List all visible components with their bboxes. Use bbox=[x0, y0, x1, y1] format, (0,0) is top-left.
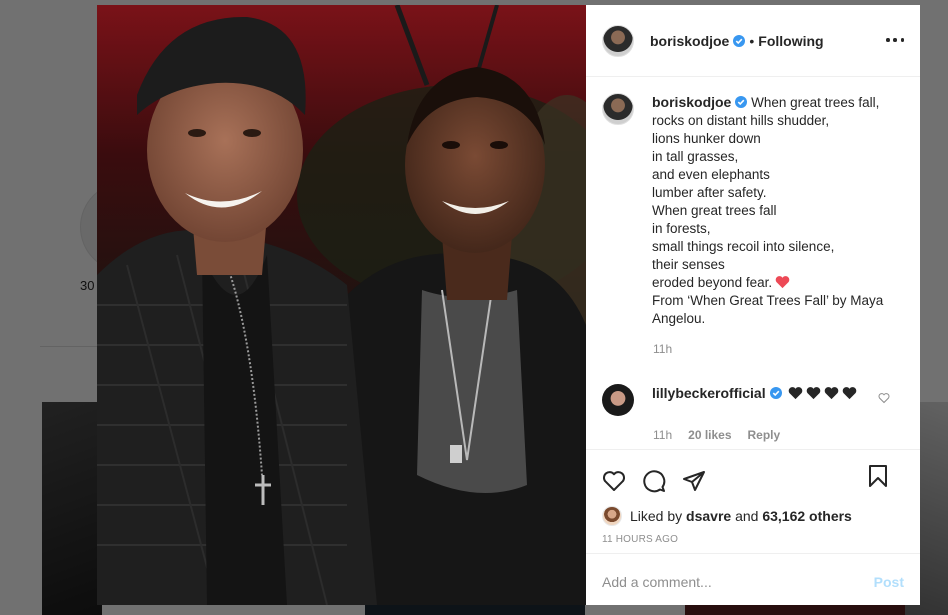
verified-icon bbox=[733, 34, 746, 47]
post-timestamp[interactable]: 11 HOURS AGO bbox=[586, 526, 920, 545]
caption-line: eroded beyond fear. bbox=[652, 275, 773, 290]
photo-two-men-smiling bbox=[97, 5, 586, 605]
comment-input[interactable] bbox=[602, 573, 874, 590]
black-heart-icon bbox=[807, 387, 821, 400]
like-icon[interactable] bbox=[602, 469, 626, 493]
save-icon[interactable] bbox=[866, 464, 890, 488]
liked-by-others[interactable]: 63,162 others bbox=[762, 508, 852, 524]
caption-line: lions hunker down bbox=[652, 131, 761, 146]
caption-line: rocks on distant hills shudder, bbox=[652, 113, 830, 128]
comment-time[interactable]: 11h bbox=[653, 428, 672, 442]
red-heart-icon bbox=[775, 276, 790, 289]
more-icon[interactable] bbox=[886, 31, 904, 49]
liker-avatar[interactable] bbox=[602, 506, 622, 526]
comment-likes[interactable]: 20 likes bbox=[688, 428, 731, 442]
caption-line: lumber after safety. bbox=[652, 185, 767, 200]
caption-time[interactable]: 11h bbox=[653, 342, 904, 356]
post-details-panel: boriskodjoe • Following boriskodjoe When… bbox=[586, 5, 920, 605]
caption-line: When great trees fall bbox=[652, 203, 777, 218]
caption-line: and even elephants bbox=[652, 167, 770, 182]
liked-by-user[interactable]: dsavre bbox=[686, 508, 731, 524]
author-username[interactable]: boriskodjoe bbox=[650, 33, 729, 49]
commenter-avatar[interactable] bbox=[602, 384, 634, 416]
caption-line: in forests, bbox=[652, 221, 711, 236]
post-header: boriskodjoe • Following bbox=[586, 5, 920, 77]
caption-line: When great trees fall, bbox=[751, 95, 880, 110]
caption-comment: boriskodjoe When great trees fall, rocks… bbox=[602, 93, 904, 328]
share-icon[interactable] bbox=[682, 469, 706, 493]
caption-line: their senses bbox=[652, 257, 725, 272]
black-heart-icon bbox=[843, 387, 857, 400]
caption-line: in tall grasses, bbox=[652, 149, 739, 164]
separator-dot: • bbox=[749, 32, 755, 49]
post-actions: Liked by dsavre and 63,162 others 11 HOU… bbox=[586, 449, 920, 615]
reply-button[interactable]: Reply bbox=[748, 428, 781, 442]
comments-section: boriskodjoe When great trees fall, rocks… bbox=[586, 77, 920, 449]
caption-line: small things recoil into silence, bbox=[652, 239, 835, 254]
post-button[interactable]: Post bbox=[874, 574, 904, 590]
author-avatar[interactable] bbox=[602, 93, 634, 125]
post-photo[interactable] bbox=[97, 5, 586, 605]
add-comment-bar: Post bbox=[586, 553, 920, 609]
commenter-username[interactable]: lillybeckerofficial bbox=[652, 385, 766, 401]
author-avatar[interactable] bbox=[602, 24, 634, 57]
liked-by: Liked by dsavre and 63,162 others bbox=[586, 500, 920, 526]
caption-line: Angelou. bbox=[652, 311, 706, 326]
caption-username[interactable]: boriskodjoe bbox=[652, 94, 731, 110]
comment-meta: 11h 20 likes Reply bbox=[653, 428, 904, 442]
verified-icon bbox=[769, 387, 782, 399]
following-button[interactable]: Following bbox=[758, 33, 823, 49]
comment-item: lillybeckerofficial bbox=[602, 384, 904, 416]
liked-by-prefix: Liked by bbox=[630, 508, 683, 524]
black-heart-icon bbox=[825, 387, 839, 400]
black-heart-icon bbox=[789, 387, 803, 400]
comment-icon[interactable] bbox=[642, 469, 666, 493]
caption-text: boriskodjoe When great trees fall, rocks… bbox=[652, 93, 902, 328]
action-icons bbox=[586, 450, 920, 500]
liked-by-and: and bbox=[735, 508, 759, 524]
verified-icon bbox=[735, 96, 748, 108]
caption-line: From ‘When Great Trees Fall’ by Maya bbox=[652, 293, 884, 308]
comment-like-icon[interactable] bbox=[878, 392, 890, 404]
